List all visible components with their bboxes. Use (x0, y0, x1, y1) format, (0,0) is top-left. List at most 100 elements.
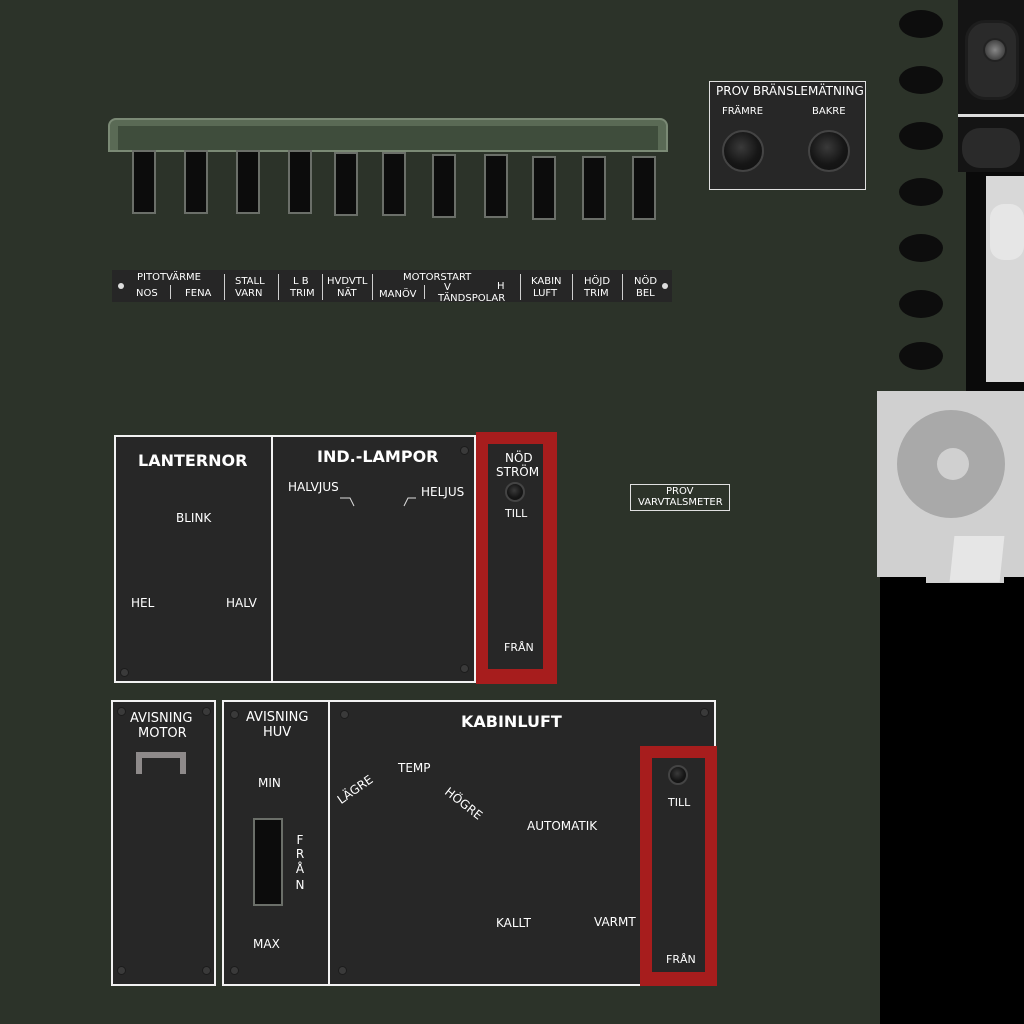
nod-strom-switch[interactable] (505, 482, 525, 502)
dial-lower-tab (949, 536, 1005, 582)
right-divider (958, 114, 1024, 117)
lanternor-title: LANTERNOR (138, 451, 248, 470)
prov-varvtalsmeter-line2: VARVTALSMETER (638, 497, 723, 508)
fuel-test-rear-label: BAKRE (812, 106, 846, 117)
prov-varvtalsmeter-line1: PROV (666, 486, 694, 497)
label-stall-1: STALL (235, 276, 265, 287)
breaker-pitot-nose[interactable] (132, 150, 156, 214)
strip-divider (572, 274, 573, 300)
breaker-tandspolar-v[interactable] (432, 154, 456, 218)
strip-divider (278, 274, 279, 300)
breaker-lb-trim[interactable] (288, 150, 312, 214)
nod-strom-off-label: FRÅN (504, 641, 534, 654)
label-kabin-2: LUFT (533, 288, 558, 299)
avisning-huv-off-label-2: R (295, 847, 305, 861)
panel-screw (340, 710, 349, 719)
label-hvdvtl-2: NÄT (337, 288, 357, 299)
lanternor-hel-label[interactable]: HEL (131, 596, 154, 610)
nod-strom-line2: STRÖM (496, 465, 540, 479)
mount-hole (899, 122, 943, 150)
avisning-huv-off-label-4: N (295, 878, 305, 892)
avisning-huv-line2: HUV (263, 725, 292, 740)
label-hvdvtl-1: HVDVTL (327, 276, 368, 287)
avisning-huv-min-label: MIN (258, 776, 281, 790)
mount-hole (899, 290, 943, 318)
label-hojd-1: HÖJD (584, 276, 611, 287)
right-lock-screw-icon (983, 38, 1007, 62)
strip-light-right (662, 283, 668, 289)
breaker-motorstart-manov[interactable] (382, 152, 406, 216)
breaker-stall-warning[interactable] (236, 150, 260, 214)
kabinluft-switch[interactable] (668, 765, 688, 785)
breaker-hojd-trim[interactable] (582, 156, 606, 220)
breaker-rail-inner (118, 126, 658, 150)
avisning-huv-max-label: MAX (253, 937, 280, 951)
label-lb-2: TRIM (290, 288, 315, 299)
kabinluft-warm-label[interactable]: VARMT (594, 915, 636, 929)
fuel-test-title: PROV BRÄNSLEMÄTNING (716, 84, 864, 98)
fuel-test-front-button[interactable] (722, 130, 764, 172)
label-lb-1: L B (293, 276, 309, 287)
strip-light-left (118, 283, 124, 289)
right-light-panel-shade (990, 204, 1024, 260)
label-stall-2: VARN (235, 288, 263, 299)
ind-lampor-halvjus-label[interactable]: HALVJUS (288, 480, 339, 494)
label-tandspolar: TÄNDSPOLAR (438, 293, 506, 304)
nod-strom-on-label: TILL (505, 507, 528, 520)
avisning-motor-panel (111, 700, 216, 986)
mount-hole (899, 342, 943, 370)
label-nod-2: BEL (636, 288, 655, 299)
lanternor-blink-label[interactable]: BLINK (176, 511, 211, 525)
kabinluft-cold-label[interactable]: KALLT (496, 916, 531, 930)
mount-hole (899, 66, 943, 94)
strip-divider (224, 274, 225, 300)
mount-hole (899, 10, 943, 38)
mount-hole (899, 178, 943, 206)
panel-screw (117, 966, 126, 975)
strip-divider (520, 274, 521, 300)
right-lower-shape (962, 128, 1020, 168)
breaker-hvdvtl-nat[interactable] (334, 152, 358, 216)
label-pitot-nose: NOS (136, 288, 158, 299)
breaker-nod-bel[interactable] (632, 156, 656, 220)
kabinluft-title: KABINLUFT (461, 712, 562, 731)
label-v: V (444, 282, 451, 293)
mount-hole (899, 234, 943, 262)
strip-divider (372, 274, 373, 300)
kabinluft-on-label: TILL (668, 796, 691, 809)
ind-lampor-heljus-label[interactable]: HELJUS (421, 485, 464, 499)
avisning-huv-line1: AVISNING (246, 710, 309, 725)
avisning-motor-line1: AVISNING (130, 711, 193, 726)
strip-divider (622, 274, 623, 300)
label-hojd-2: TRIM (584, 288, 609, 299)
breaker-tandspolar-h[interactable] (484, 154, 508, 218)
ind-lampor-tick-marks (340, 497, 416, 507)
label-manov: MANÖV (379, 289, 417, 300)
avisning-huv-slider[interactable] (253, 818, 283, 906)
strip-divider (322, 274, 323, 300)
panel-screw (120, 668, 129, 677)
label-h: H (497, 281, 505, 292)
strip-divider (424, 285, 425, 299)
fuel-test-rear-button[interactable] (808, 130, 850, 172)
panel-screw (230, 710, 239, 719)
label-pitot-fin: FENA (185, 288, 212, 299)
avisning-motor-handle[interactable] (136, 752, 186, 774)
kabinluft-off-label: FRÅN (666, 953, 696, 966)
nod-strom-line1: NÖD (505, 451, 533, 465)
strip-divider (170, 285, 171, 299)
panel-screw (202, 707, 211, 716)
kabinluft-guard-plate (652, 758, 705, 972)
lanternor-halv-label[interactable]: HALV (226, 596, 257, 610)
label-motorstart-title: MOTORSTART (403, 272, 472, 283)
lanternor-panel (114, 435, 274, 683)
avisning-huv-off-label-3: Å (295, 862, 305, 876)
panel-screw (230, 966, 239, 975)
breaker-kabinluft[interactable] (532, 156, 556, 220)
breaker-pitot-fin[interactable] (184, 150, 208, 214)
kabinluft-auto-label[interactable]: AUTOMATIK (527, 819, 597, 833)
panel-screw (338, 966, 347, 975)
avisning-motor-line2: MOTOR (138, 726, 187, 741)
panel-screw (202, 966, 211, 975)
dial-center-icon (937, 448, 969, 480)
